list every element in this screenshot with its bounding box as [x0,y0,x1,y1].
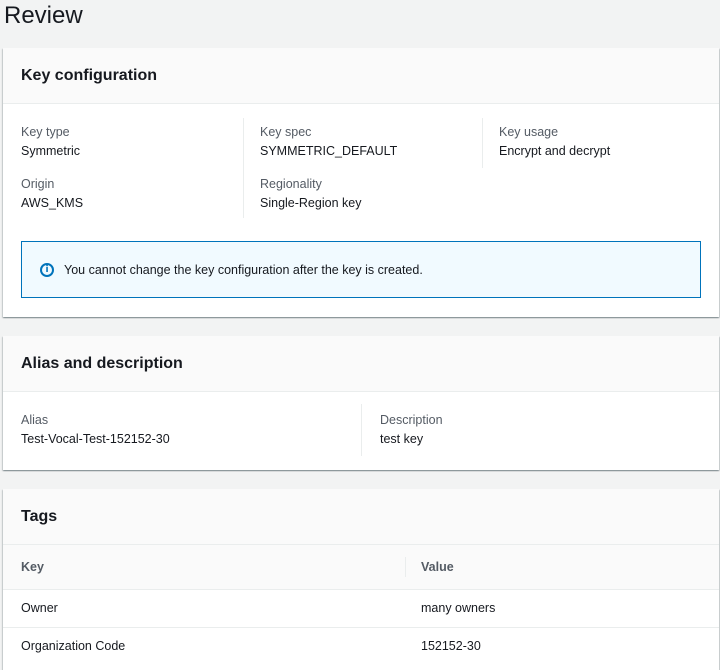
column-header-value-label: Value [421,559,454,574]
key-type-field: Key type Symmetric [21,124,80,160]
key-spec-field: Key spec SYMMETRIC_DEFAULT [260,124,397,160]
key-configuration-details: Key type Symmetric Key spec SYMMETRIC_DE… [3,104,719,234]
table-row: Owner many owners [3,589,719,628]
tag-value-cell: 152152-30 [421,639,481,654]
tags-table-header-row: Key Value [3,545,719,590]
tag-key-cell: Organization Code [21,639,126,654]
alias-field: Alias Test-Vocal-Test-152152-30 [21,412,170,448]
tags-table: Key Value Owner many owners Organization… [3,545,719,665]
column-header-value: Value [405,545,719,590]
alias-value: Test-Vocal-Test-152152-30 [21,432,170,446]
info-alert-text: You cannot change the key configuration … [64,262,423,277]
table-row: Organization Code 152152-30 [3,627,719,665]
key-usage-field: Key usage Encrypt and decrypt [499,124,610,160]
alias-description-title: Alias and description [21,354,183,372]
column-divider [361,404,362,456]
info-alert: i You cannot change the key configuratio… [21,241,701,298]
origin-label: Origin [21,177,55,191]
key-configuration-panel: Key configuration Key type Symmetric Key… [3,48,719,317]
alias-description-details: Alias Test-Vocal-Test-152152-30 Descript… [3,392,719,470]
regionality-value: Single-Region key [260,196,362,210]
alias-description-panel: Alias and description Alias Test-Vocal-T… [3,336,719,470]
alias-label: Alias [21,413,49,427]
description-label: Description [380,413,443,427]
key-type-value: Symmetric [21,144,81,158]
key-configuration-header: Key configuration [3,48,719,104]
alias-description-header: Alias and description [3,336,719,392]
description-field: Description test key [380,412,443,448]
regionality-field: Regionality Single-Region key [260,176,361,212]
regionality-label: Regionality [260,177,322,191]
column-divider [482,118,483,168]
column-separator [405,557,406,577]
key-spec-value: SYMMETRIC_DEFAULT [260,144,398,158]
tags-panel: Tags Key Value Owner many owners Organiz… [3,489,719,670]
info-icon: i [40,262,54,277]
page-title: Review [4,2,83,29]
tags-header: Tags [3,489,719,545]
origin-value: AWS_KMS [21,196,84,210]
tag-key-cell: Owner [3,589,405,628]
origin-field: Origin AWS_KMS [21,176,83,212]
key-type-label: Key type [21,125,70,139]
key-spec-label: Key spec [260,125,312,139]
key-configuration-title: Key configuration [21,66,158,84]
tags-title: Tags [21,507,58,525]
column-divider [243,118,244,218]
key-usage-value: Encrypt and decrypt [499,144,611,158]
description-value: test key [380,432,424,446]
key-usage-label: Key usage [499,125,559,139]
column-header-key: Key [3,545,405,590]
tag-value-cell: many owners [405,589,719,628]
